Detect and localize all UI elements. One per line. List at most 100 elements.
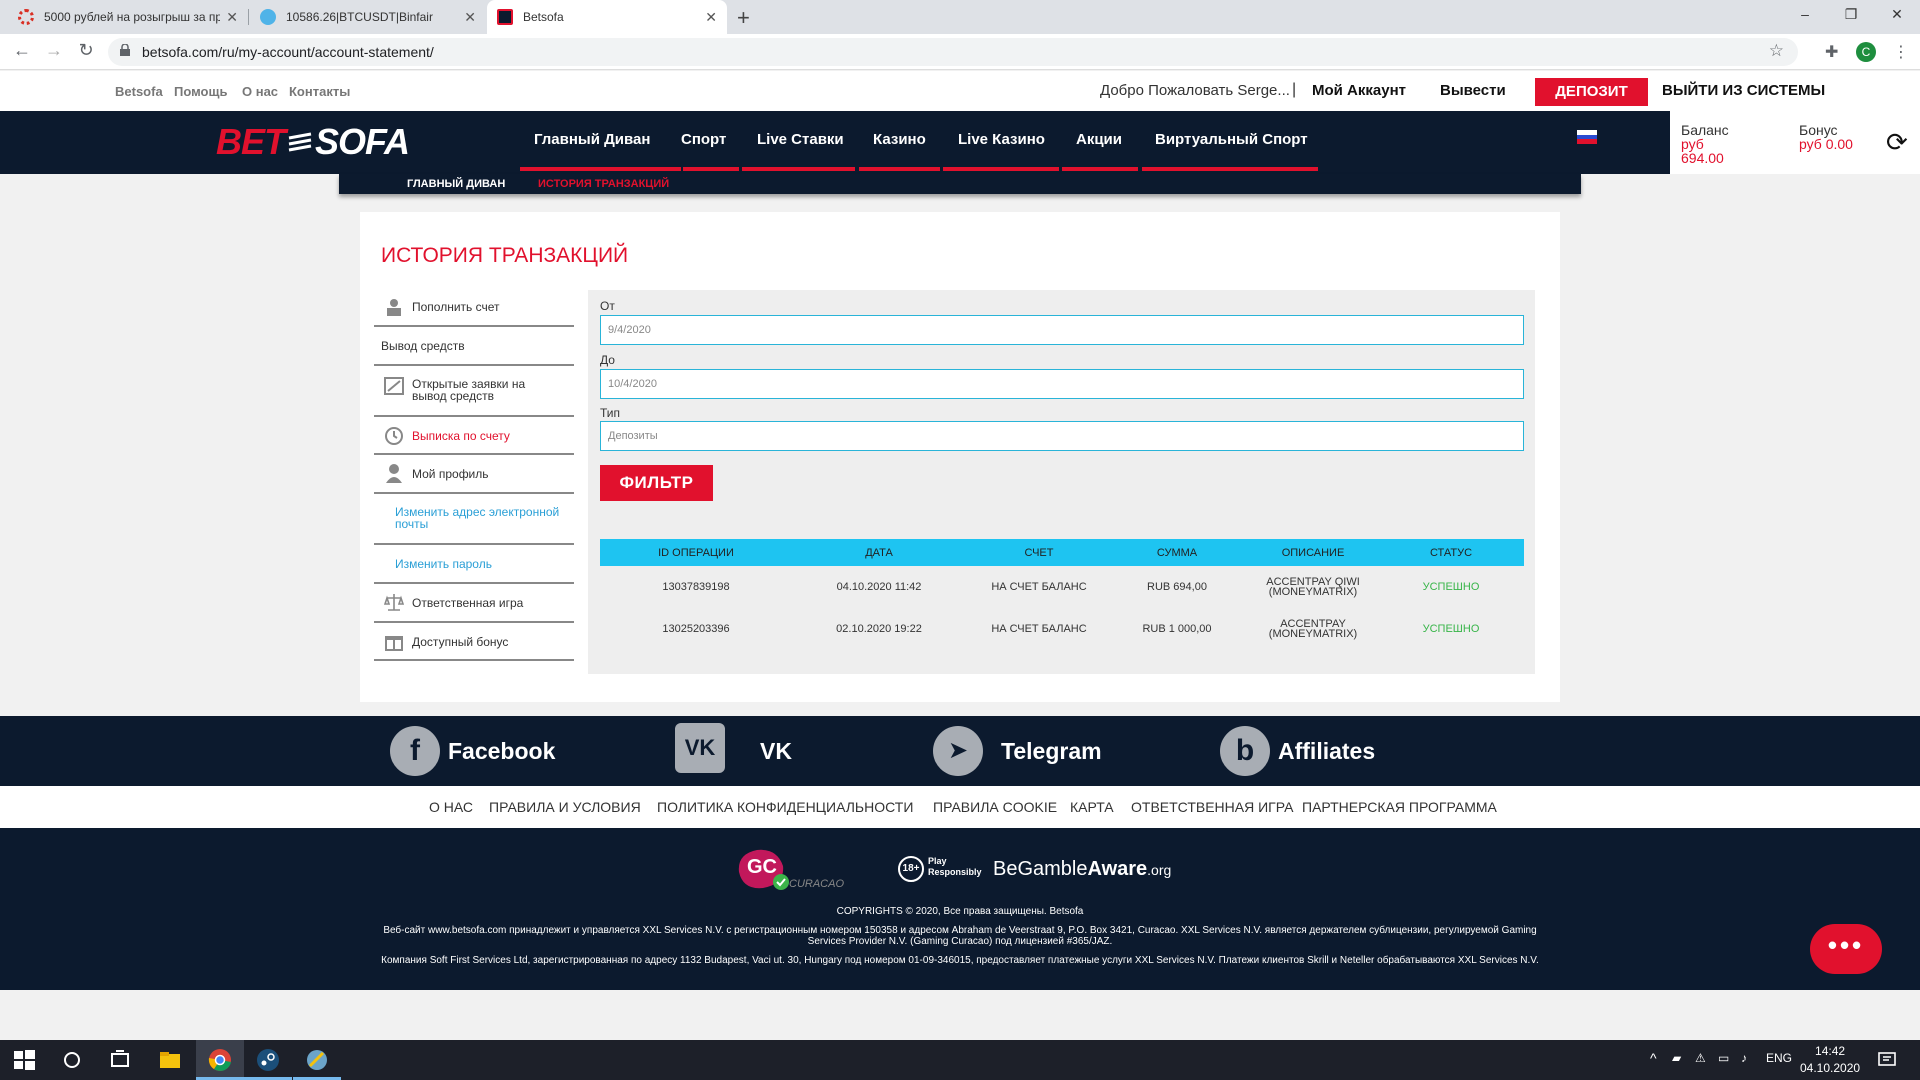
system-clock[interactable]: 14:42 04.10.2020 — [1800, 1043, 1860, 1077]
sidebar-item-change-email[interactable]: Изменить адрес электронной почты — [374, 494, 574, 545]
close-tab-icon[interactable]: ✕ — [226, 9, 238, 26]
logout-link[interactable]: ВЫЙТИ ИЗ СИСТЕМЫ — [1662, 82, 1825, 99]
type-label: Тип — [600, 406, 621, 420]
nav-live-bets[interactable]: Live Ставки — [757, 131, 844, 148]
betsofa-logo[interactable]: BET SOFA — [216, 121, 410, 163]
link-betsofa[interactable]: Betsofa — [115, 84, 163, 99]
browser-tab[interactable]: 5000 рублей на розыгрыш за пр ✕ — [8, 0, 248, 34]
bga-gamble: Gamble — [1017, 858, 1088, 880]
tab-title: Betsofa — [523, 10, 564, 24]
nav-sport[interactable]: Спорт — [681, 131, 726, 148]
notifications-icon[interactable] — [1875, 1048, 1899, 1072]
footer-link-terms[interactable]: ПРАВИЛА И УСЛОВИЯ — [489, 799, 641, 815]
sidebar-item-open-withdrawals[interactable]: Открытые заявки на вывод средств — [374, 366, 574, 417]
to-date-input[interactable]: 10/4/2020 — [600, 369, 1524, 399]
tray-chevron-icon[interactable]: ^ — [1650, 1050, 1657, 1066]
file-explorer-icon[interactable] — [158, 1048, 182, 1072]
windows-start-icon[interactable] — [12, 1048, 36, 1072]
tool-app-icon[interactable] — [305, 1048, 329, 1072]
to-label: До — [600, 353, 615, 367]
language-indicator[interactable]: ENG — [1766, 1051, 1792, 1065]
new-tab-button[interactable]: + — [737, 5, 750, 31]
cell-amount: RUB 694,00 — [1147, 581, 1207, 593]
my-account-link[interactable]: Мой Аккаунт — [1312, 82, 1406, 99]
footer-link-cookie[interactable]: ПРАВИЛА COOKIE — [933, 799, 1057, 815]
menu-dots-icon[interactable]: ⋮ — [1893, 42, 1909, 62]
tab-title: 10586.26|BTCUSDT|Binfair — [286, 10, 433, 24]
footer-link-about[interactable]: О НАС — [429, 799, 473, 815]
steam-icon[interactable] — [256, 1048, 280, 1072]
affiliates-icon[interactable]: b — [1220, 726, 1270, 776]
vk-link[interactable]: VK — [760, 738, 792, 765]
sidebar-item-label: Выписка по счету — [412, 429, 510, 443]
type-select[interactable]: Депозиты — [600, 421, 1524, 451]
deposit-button[interactable]: ДЕПОЗИТ — [1535, 78, 1648, 106]
sidebar-item-responsible-gaming[interactable]: Ответственная игра — [374, 584, 574, 623]
task-view-icon[interactable] — [108, 1048, 132, 1072]
nav-live-casino[interactable]: Live Казино — [958, 131, 1045, 148]
legal-footer: GC CURACAO 18+ Play Responsibly BeGamble… — [0, 828, 1920, 990]
refresh-balance-icon[interactable]: ⟳ — [1886, 127, 1908, 158]
network-icon[interactable]: ▭ — [1718, 1051, 1729, 1065]
breadcrumb: ГЛАВНЫЙ ДИВАН ИСТОРИЯ ТРАНЗАКЦИЙ — [339, 174, 1581, 194]
bookmark-star-icon[interactable]: ☆ — [1769, 41, 1784, 61]
betsofa-favicon-icon — [497, 9, 513, 25]
volume-icon[interactable]: ♪ — [1741, 1051, 1747, 1065]
from-date-input[interactable]: 9/4/2020 — [600, 315, 1524, 345]
breadcrumb-home[interactable]: ГЛАВНЫЙ ДИВАН — [407, 178, 505, 190]
chrome-icon-highlighted[interactable] — [208, 1048, 232, 1072]
vk-icon[interactable]: VK — [675, 723, 725, 773]
url-omnibox[interactable]: betsofa.com/ru/my-account/account-statem… — [108, 38, 1798, 66]
browser-tab-active[interactable]: Betsofa ✕ — [487, 0, 727, 34]
cell-id: 13025203396 — [662, 623, 730, 635]
withdraw-link[interactable]: Вывести — [1440, 82, 1506, 99]
nav-casino[interactable]: Казино — [873, 131, 926, 148]
link-about[interactable]: О нас — [242, 84, 278, 99]
chat-button[interactable]: ••• — [1810, 924, 1882, 974]
nav-promotions[interactable]: Акции — [1076, 131, 1122, 148]
back-icon[interactable]: ← — [10, 40, 34, 61]
copyright-text: COPYRIGHTS © 2020, Все права защищены. B… — [836, 906, 1084, 917]
close-tab-icon[interactable]: ✕ — [705, 9, 717, 26]
close-window-button[interactable]: ✕ — [1874, 0, 1920, 30]
nav-underline — [683, 167, 739, 171]
nav-virtual-sport[interactable]: Виртуальный Спорт — [1155, 131, 1308, 148]
footer-link-responsible[interactable]: ОТВЕТСТВЕННАЯ ИГРА — [1131, 799, 1293, 815]
maximize-button[interactable]: ❐ — [1828, 0, 1874, 30]
footer-link-privacy[interactable]: ПОЛИТИКА КОНФИДЕНЦИАЛЬНОСТИ — [657, 799, 913, 815]
sidebar-item-deposit[interactable]: Пополнить счет — [374, 290, 574, 327]
extensions-icon[interactable]: ✚ — [1825, 42, 1838, 62]
profile-avatar[interactable]: C — [1856, 42, 1876, 62]
russian-flag-icon[interactable] — [1577, 130, 1597, 144]
gc-text: GC — [747, 856, 777, 878]
affiliates-link[interactable]: Affiliates — [1278, 738, 1375, 765]
facebook-link[interactable]: Facebook — [448, 738, 555, 765]
footer-link-affiliate[interactable]: ПАРТНЕРСКАЯ ПРОГРАММА — [1302, 799, 1497, 815]
facebook-icon[interactable]: f — [390, 726, 440, 776]
sidebar-item-change-password[interactable]: Изменить пароль — [374, 545, 574, 584]
sidebar-item-statement[interactable]: Выписка по счету — [374, 417, 574, 455]
telegram-icon[interactable]: ➤ — [933, 726, 983, 776]
browser-tab[interactable]: 10586.26|BTCUSDT|Binfair ✕ — [250, 0, 486, 34]
telegram-link[interactable]: Telegram — [1001, 738, 1102, 765]
nvidia-icon[interactable]: ▰ — [1672, 1051, 1681, 1065]
search-icon[interactable] — [60, 1048, 84, 1072]
footer-link-map[interactable]: КАРТА — [1070, 799, 1114, 815]
minimize-button[interactable]: – — [1782, 0, 1828, 30]
network-warning-icon[interactable]: ⚠ — [1695, 1051, 1706, 1065]
logo-sofa-text: SOFA — [315, 121, 410, 162]
clock-time: 14:42 — [1815, 1044, 1846, 1058]
gaming-curacao-logo[interactable]: GC CURACAO — [733, 842, 855, 894]
legal-text-1: Веб-сайт www.betsofa.com принадлежит и у… — [383, 925, 1537, 936]
close-tab-icon[interactable]: ✕ — [464, 9, 476, 26]
filter-button[interactable]: ФИЛЬТР — [600, 465, 713, 501]
sidebar-item-withdraw[interactable]: Вывод средств — [374, 327, 574, 366]
nav-main-sofa[interactable]: Главный Диван — [534, 131, 650, 148]
sidebar-item-profile[interactable]: Мой профиль — [374, 455, 574, 494]
link-help[interactable]: Помощь — [174, 84, 227, 99]
sidebar-item-bonus[interactable]: Доступный бонус — [374, 623, 574, 661]
link-contacts[interactable]: Контакты — [289, 84, 350, 99]
reload-icon[interactable]: ↻ — [74, 40, 98, 61]
lock-icon — [120, 44, 130, 56]
forward-icon[interactable]: → — [42, 40, 66, 61]
